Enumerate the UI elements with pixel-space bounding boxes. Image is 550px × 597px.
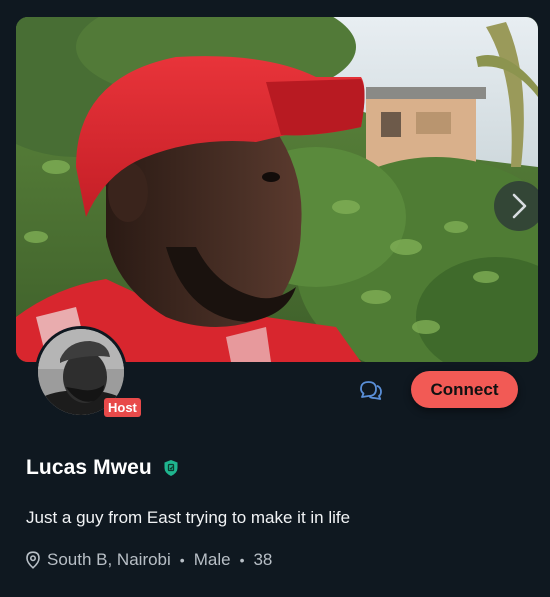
- chat-bubbles-icon: [360, 381, 382, 400]
- map-pin-icon: [26, 551, 40, 569]
- profile-age: 38: [253, 550, 273, 569]
- profile-card: Host Connect Lucas Mweu Just a guy from …: [0, 0, 550, 597]
- profile-gender: Male: [193, 550, 231, 569]
- cover-photo[interactable]: [16, 17, 538, 362]
- message-button[interactable]: [358, 378, 384, 402]
- chevron-right-icon: [512, 193, 527, 219]
- name-row: Lucas Mweu: [26, 456, 179, 480]
- cover-photo-image: [16, 17, 538, 362]
- meta-separator: •: [239, 552, 245, 568]
- profile-bio: Just a guy from East trying to make it i…: [26, 508, 351, 527]
- host-badge: Host: [104, 398, 141, 417]
- profile-meta: South B, Nairobi • Male • 38: [25, 550, 272, 570]
- profile-name: Lucas Mweu: [26, 456, 152, 479]
- next-photo-button[interactable]: [494, 181, 538, 231]
- profile-location: South B, Nairobi: [47, 550, 171, 569]
- verified-shield-icon: [164, 460, 178, 476]
- connect-button[interactable]: Connect: [411, 371, 518, 408]
- meta-separator: •: [179, 552, 185, 568]
